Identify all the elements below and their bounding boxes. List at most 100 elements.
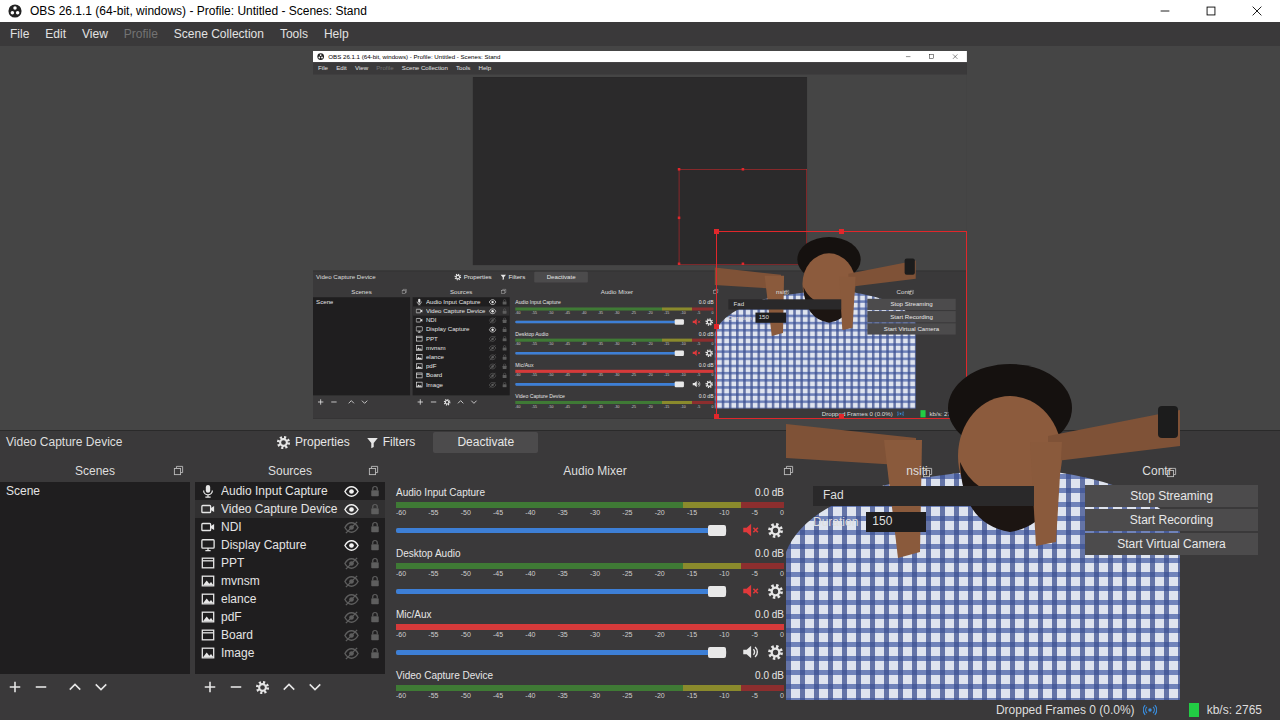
source-item[interactable]: elance (413, 352, 510, 361)
gear-icon[interactable] (255, 680, 270, 695)
minimize-icon[interactable] (1142, 0, 1188, 22)
lock-icon[interactable] (369, 557, 381, 569)
lock-icon[interactable] (502, 372, 508, 378)
lock-icon[interactable] (502, 326, 508, 332)
resize-handle[interactable] (678, 168, 681, 171)
float-icon[interactable] (784, 290, 790, 296)
source-item[interactable]: mvnsm (413, 343, 510, 352)
volume-slider[interactable] (396, 528, 727, 533)
lock-icon[interactable] (369, 521, 381, 533)
source-item[interactable]: PPT (195, 554, 385, 572)
move-down-icon[interactable] (94, 680, 108, 694)
resize-handle[interactable] (678, 217, 681, 220)
source-item[interactable]: elance (195, 590, 385, 608)
volume-thumb[interactable] (708, 586, 726, 597)
float-icon[interactable] (501, 289, 507, 295)
eye-icon[interactable] (344, 538, 359, 553)
source-item[interactable]: Board (413, 371, 510, 380)
speaker-icon[interactable] (741, 643, 759, 661)
duration-field[interactable]: 150 (756, 313, 787, 323)
eye-hidden-icon[interactable] (489, 372, 497, 380)
resize-handle[interactable] (742, 263, 745, 266)
control-button[interactable]: Start Recording (1085, 509, 1258, 531)
add-icon[interactable] (317, 398, 324, 405)
volume-slider[interactable] (515, 383, 684, 386)
float-icon[interactable] (368, 465, 379, 476)
volume-slider[interactable] (515, 352, 684, 355)
move-down-icon[interactable] (361, 398, 368, 405)
volume-thumb[interactable] (675, 350, 684, 356)
muted-speaker-icon[interactable] (741, 521, 759, 539)
source-item[interactable]: NDI (413, 316, 510, 325)
control-button[interactable]: Stop Streaming (867, 299, 955, 310)
source-item[interactable]: Display Capture (195, 536, 385, 554)
resize-handle[interactable] (714, 414, 719, 419)
eye-icon[interactable] (489, 326, 497, 334)
source-item[interactable]: Image (195, 644, 385, 662)
eye-hidden-icon[interactable] (489, 353, 497, 361)
context-button[interactable]: Filters (358, 431, 424, 453)
eye-icon[interactable] (489, 298, 497, 306)
menu-item[interactable]: Help (474, 65, 495, 72)
menu-item[interactable]: Tools (271, 27, 315, 41)
volume-slider[interactable] (396, 589, 727, 594)
context-button[interactable]: Properties (268, 431, 358, 453)
menu-item[interactable]: Help (315, 27, 356, 41)
gear-icon[interactable] (443, 398, 451, 406)
lock-icon[interactable] (502, 336, 508, 342)
float-icon[interactable] (922, 467, 933, 478)
maximize-icon[interactable] (1188, 0, 1234, 22)
gear-icon[interactable] (705, 380, 714, 389)
context-button[interactable]: Deactivate (534, 271, 587, 282)
eye-hidden-icon[interactable] (489, 335, 497, 343)
muted-speaker-icon[interactable] (692, 348, 701, 357)
lock-icon[interactable] (369, 647, 381, 659)
volume-thumb[interactable] (675, 319, 684, 325)
eye-hidden-icon[interactable] (344, 556, 359, 571)
volume-thumb[interactable] (708, 525, 726, 536)
move-up-icon[interactable] (348, 398, 355, 405)
eye-hidden-icon[interactable] (489, 344, 497, 352)
context-button[interactable]: Filters (496, 271, 530, 282)
lock-icon[interactable] (502, 308, 508, 314)
muted-speaker-icon[interactable] (741, 582, 759, 600)
lock-icon[interactable] (369, 503, 381, 515)
menu-item[interactable]: File (314, 65, 332, 72)
source-item[interactable]: Image (413, 380, 510, 389)
source-item[interactable]: mvnsm (195, 572, 385, 590)
context-button[interactable]: Properties (450, 271, 496, 282)
preview-canvas[interactable] (473, 77, 807, 265)
control-button[interactable]: Start Recording (867, 311, 955, 322)
volume-slider[interactable] (515, 320, 684, 323)
transition-select[interactable]: Fad (813, 486, 1034, 506)
add-icon[interactable] (203, 680, 217, 694)
gear-icon[interactable] (767, 644, 784, 661)
lock-icon[interactable] (502, 345, 508, 351)
duration-field[interactable]: 150 (866, 512, 926, 532)
source-item[interactable]: NDI (195, 518, 385, 536)
eye-hidden-icon[interactable] (489, 316, 497, 324)
lock-icon[interactable] (369, 539, 381, 551)
menu-item[interactable]: Scene Collection (397, 65, 451, 72)
source-item[interactable]: Audio Input Capture (195, 482, 385, 500)
move-up-icon[interactable] (68, 680, 82, 694)
control-button[interactable]: Start Virtual Camera (867, 323, 955, 334)
control-button[interactable]: Start Virtual Camera (1085, 533, 1258, 555)
menu-item[interactable]: View (350, 65, 371, 72)
gear-icon[interactable] (705, 317, 714, 326)
move-down-icon[interactable] (308, 680, 322, 694)
eye-hidden-icon[interactable] (344, 574, 359, 589)
resize-handle[interactable] (678, 263, 681, 266)
source-item[interactable]: pdF (413, 362, 510, 371)
scene-item[interactable]: Scene (313, 297, 410, 306)
lock-icon[interactable] (502, 299, 508, 305)
add-icon[interactable] (8, 680, 22, 694)
resize-handle[interactable] (714, 229, 719, 234)
scene-item[interactable]: Scene (0, 482, 190, 500)
source-item[interactable]: PPT (413, 334, 510, 343)
lock-icon[interactable] (502, 363, 508, 369)
eye-hidden-icon[interactable] (489, 362, 497, 370)
gear-icon[interactable] (767, 522, 784, 539)
lock-icon[interactable] (502, 354, 508, 360)
float-icon[interactable] (783, 465, 794, 476)
